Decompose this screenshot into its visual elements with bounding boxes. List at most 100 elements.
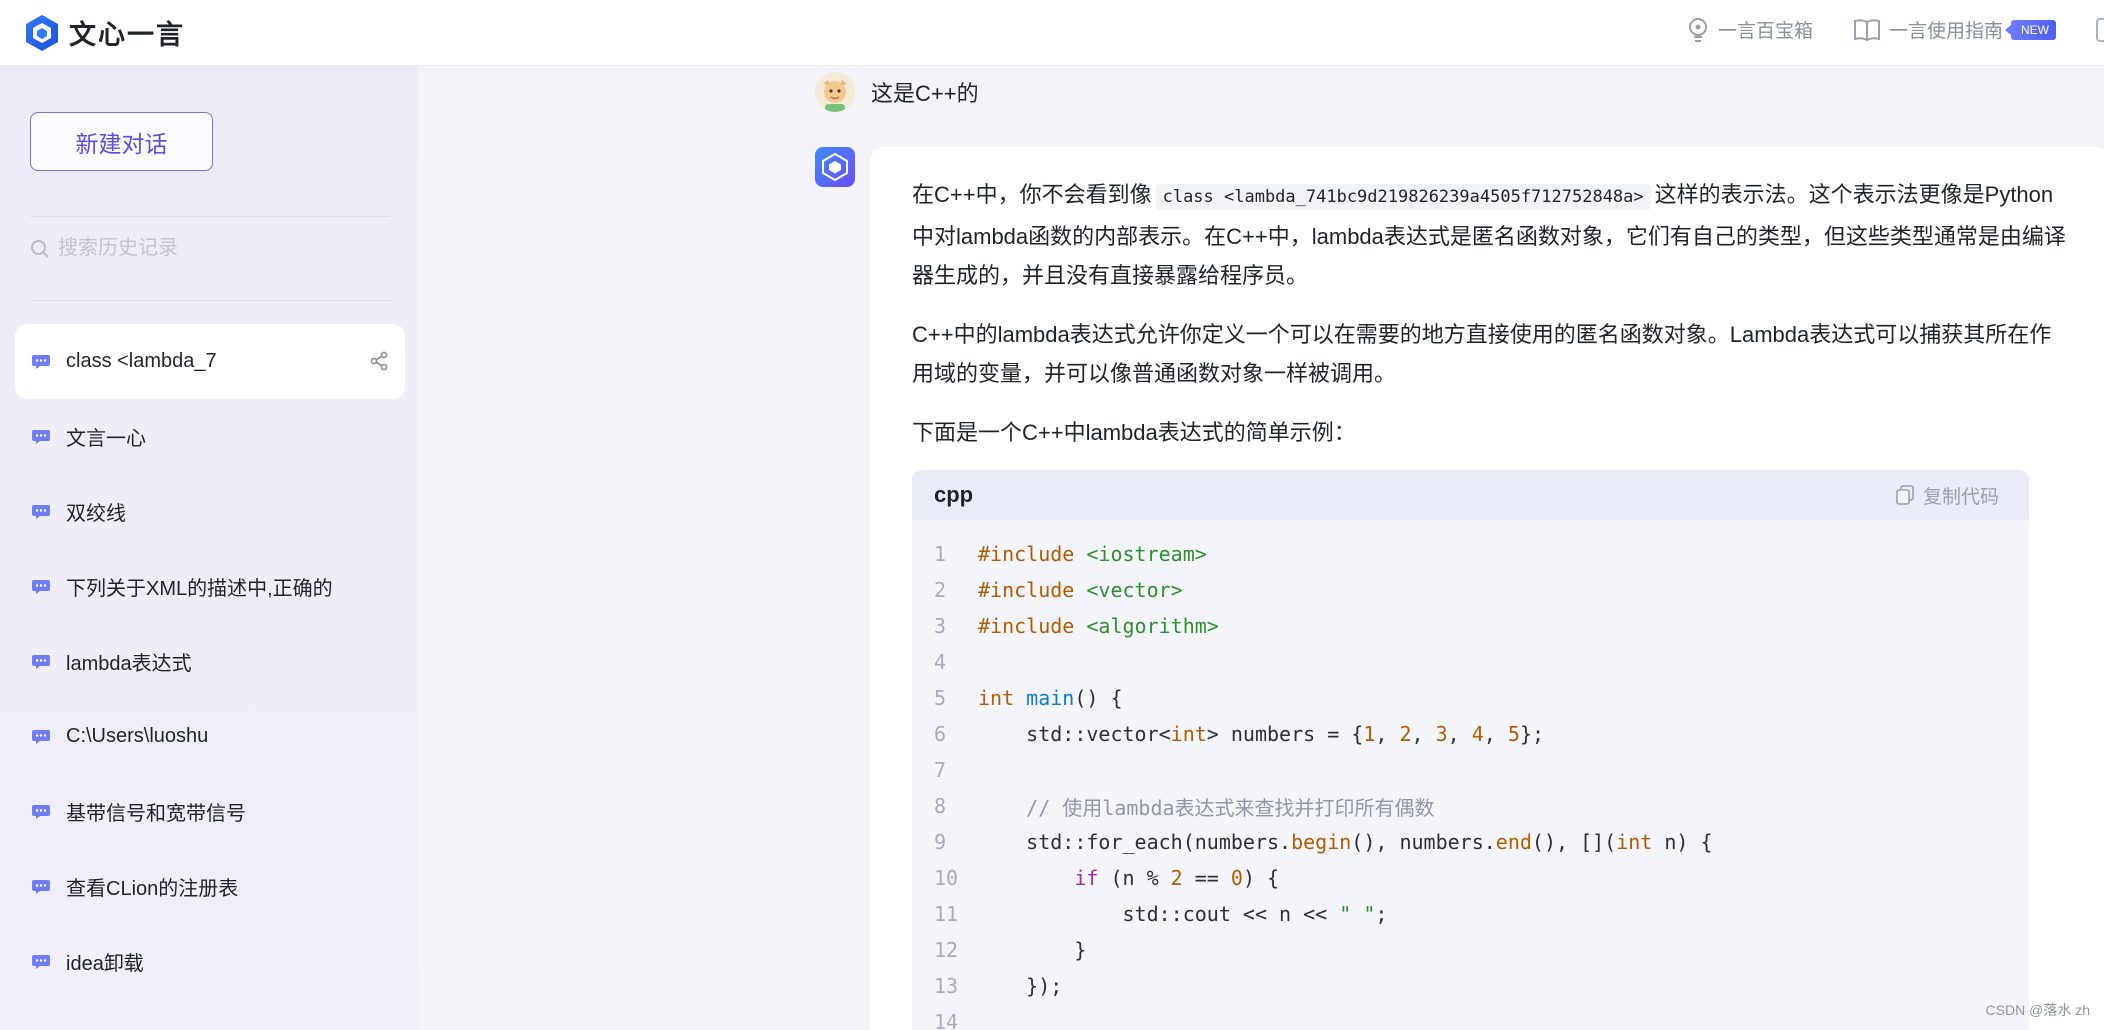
code-text: #include <iostream> [978, 542, 1207, 566]
code-block: cpp 复制代码 1 #include <iostream> 2 #include <… [912, 470, 2029, 1030]
guide-label: 一言使用指南 [1889, 21, 2004, 42]
code-line: 13 }); [912, 968, 2029, 1004]
chat-icon [32, 354, 50, 369]
treasure-box-link[interactable]: 一言百宝箱 [1686, 16, 1813, 43]
copy-code-button[interactable]: 复制代码 [1896, 482, 1999, 509]
answer-paragraph-1: 在C++中，你不会看到像 class <lambda_741bc9d2198262… [912, 175, 2068, 295]
lightbulb-icon [1689, 17, 1707, 42]
book-icon [1854, 18, 1880, 41]
user-avatar [815, 72, 855, 112]
code-line: 4 [912, 644, 2029, 680]
line-number: 13 [934, 974, 959, 998]
watermark: CSDN @落水 zh [1985, 1002, 2090, 1018]
code-line: 6 std::vector<int> numbers = {1, 2, 3, 4… [912, 716, 2029, 752]
code-text: int main() { [978, 686, 1123, 710]
line-number: 1 [934, 542, 947, 566]
window-edge-icon[interactable] [2096, 18, 2104, 42]
answer-paragraph-3: 下面是一个C++中lambda表达式的简单示例： [912, 420, 1356, 445]
history-item-label: lambda表达式 [66, 653, 192, 675]
line-number: 5 [934, 686, 947, 710]
history-item-label: C:\Users\luoshu [66, 725, 209, 747]
code-body: 1 #include <iostream> 2 #include <vector> 3 #… [912, 520, 2029, 1030]
line-number: 2 [934, 578, 947, 602]
sidebar-divider [30, 300, 390, 301]
code-header: cpp 复制代码 [912, 470, 2029, 520]
history-item[interactable]: 查看CLion的注册表 [15, 849, 405, 924]
new-chat-button[interactable]: 新建对话 [30, 112, 213, 171]
treasure-box-label: 一言百宝箱 [1718, 21, 1814, 42]
history-search[interactable] [30, 236, 360, 261]
code-text: std::vector<int> numbers = {1, 2, 3, 4, … [978, 722, 1545, 746]
code-line: 9 std::for_each(numbers.begin(), numbers… [912, 824, 2029, 860]
bot-avatar [815, 147, 855, 187]
line-number: 3 [934, 614, 947, 638]
chat-icon [32, 504, 50, 519]
code-text: std::for_each(numbers.begin(), numbers.e… [978, 830, 1713, 854]
code-line: 11 std::cout << n << " "; [912, 896, 2029, 932]
answer-text: 在C++中，你不会看到像 [912, 182, 1152, 207]
search-icon [31, 239, 49, 258]
app-title: 文心一言 [69, 20, 185, 50]
history-search-input[interactable] [56, 236, 360, 261]
history-item-label: 文言一心 [66, 428, 146, 450]
history-item-label: 基带信号和宽带信号 [66, 803, 246, 825]
history-item-label: 双绞线 [66, 503, 126, 525]
code-line: 2 #include <vector> [912, 572, 2029, 608]
inline-code: class <lambda_741bc9d219826239a4505f7127… [1155, 184, 1651, 210]
chat-icon [32, 954, 50, 969]
history-item[interactable]: idea卸载 [15, 924, 405, 999]
line-number: 7 [934, 758, 947, 782]
avatar-icon [815, 72, 855, 112]
history-item-label: 下列关于XML的描述中,正确的 [66, 578, 333, 600]
code-language: cpp [934, 482, 974, 507]
history-item[interactable]: C:\Users\luoshu [15, 699, 405, 774]
line-number: 6 [934, 722, 947, 746]
logo-icon [26, 14, 58, 51]
chat-icon [32, 654, 50, 669]
line-number: 11 [934, 902, 959, 926]
copy-icon [1896, 485, 1914, 505]
line-number: 4 [934, 650, 947, 674]
history-item[interactable]: 文言一心 [15, 399, 405, 474]
history-item-label: idea卸载 [66, 953, 144, 975]
conversation-area: 这是C++的 在C++中，你不会看到像 class <lambda_741bc9d… [418, 66, 2104, 1030]
copy-code-label: 复制代码 [1922, 486, 1999, 508]
line-number: 10 [934, 866, 959, 890]
user-message-row: 这是C++的 [815, 72, 979, 112]
history-item-active[interactable]: class <lambda_7 [15, 324, 405, 399]
code-text: #include <algorithm> [978, 614, 1219, 638]
guide-link[interactable]: 一言使用指南 NEW [1853, 16, 2057, 43]
code-text: if (n % 2 == 0) { [1074, 866, 1280, 890]
line-number: 14 [934, 1010, 959, 1030]
chat-icon [32, 579, 50, 594]
line-number: 9 [934, 830, 947, 854]
top-bar: 文心一言 一言百宝箱 一言使用指南 NEW [0, 0, 2104, 66]
line-number: 8 [934, 794, 947, 818]
chat-icon [32, 879, 50, 894]
history-item[interactable]: 基带信号和宽带信号 [15, 774, 405, 849]
bot-logo-icon [822, 153, 848, 181]
code-line: 14 [912, 1004, 2029, 1030]
new-badge: NEW [2005, 19, 2057, 40]
history-item[interactable]: 双绞线 [15, 474, 405, 549]
code-text: }); [978, 974, 1063, 998]
code-line: 5 int main() { [912, 680, 2029, 716]
code-line: 7 [912, 752, 2029, 788]
answer-card: 在C++中，你不会看到像 class <lambda_741bc9d2198262… [870, 147, 2104, 1030]
code-line: 8 // 使用lambda表达式来查找并打印所有偶数 [912, 788, 2029, 824]
history-list: class <lambda_7 文言一心 双绞线 下列关于XML的描述中,正确的… [15, 324, 405, 999]
sidebar-divider [30, 216, 390, 217]
chat-icon [32, 804, 50, 819]
share-icon[interactable] [369, 351, 389, 371]
code-text: // 使用lambda表达式来查找并打印所有偶数 [978, 795, 1435, 820]
code-line: 12 } [912, 932, 2029, 968]
code-line: 1 #include <iostream> [912, 536, 2029, 572]
history-item[interactable]: 下列关于XML的描述中,正确的 [15, 549, 405, 624]
line-number: 12 [934, 938, 959, 962]
history-item-label: 查看CLion的注册表 [66, 878, 239, 900]
history-item[interactable]: lambda表达式 [15, 624, 405, 699]
code-text: std::cout << n << " "; [978, 902, 1388, 926]
code-line: 3 #include <algorithm> [912, 608, 2029, 644]
app-logo[interactable]: 文心一言 [24, 13, 185, 52]
code-text: } [978, 938, 1087, 962]
